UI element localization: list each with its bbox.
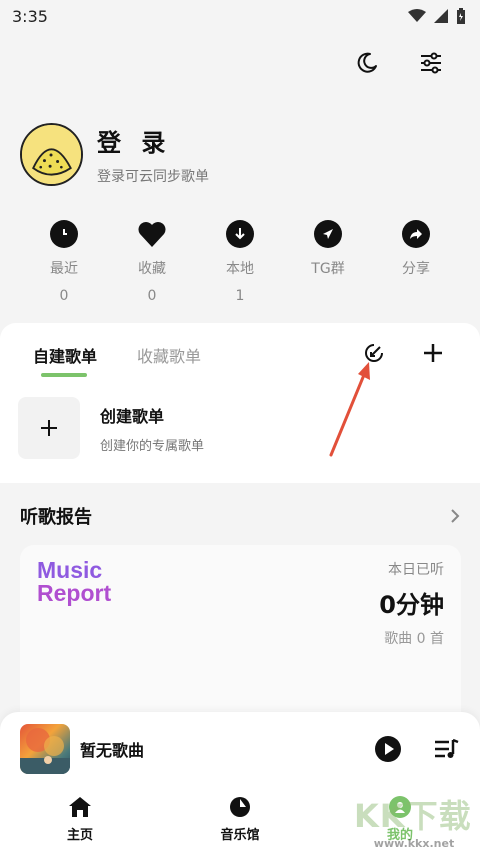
status-bar: 3:35 — [0, 0, 480, 32]
dark-mode-button[interactable] — [352, 48, 382, 78]
quick-item-share[interactable]: 分享 — [372, 220, 460, 304]
wifi-icon — [408, 9, 426, 22]
playlist-queue-icon[interactable] — [434, 738, 460, 760]
sliders-icon — [421, 52, 441, 74]
avatar[interactable] — [20, 123, 83, 186]
quick-access-row: 最近 0 收藏 0 本地 1 TG群 分享 — [20, 220, 460, 304]
status-icons — [408, 8, 466, 24]
quick-label: 分享 — [402, 261, 430, 277]
clock-icon — [50, 220, 78, 248]
watermark: KK下载 www.kkx.net — [354, 791, 474, 851]
watermark-big: KK下载 — [354, 797, 472, 835]
login-subtitle: 登录可云同步歌单 — [97, 169, 209, 185]
mini-player[interactable]: 暂无歌曲 — [20, 724, 460, 774]
status-time: 3:35 — [12, 6, 48, 26]
profile-section[interactable]: 登 录 登录可云同步歌单 — [20, 123, 209, 186]
tab-my-playlists[interactable]: 自建歌单 — [33, 343, 97, 377]
music-hall-icon — [230, 797, 250, 817]
quick-count: 1 — [235, 288, 245, 304]
chevron-right-icon[interactable] — [450, 509, 460, 523]
today-value: 0分钟 — [379, 591, 444, 619]
playlist-card: 自建歌单 收藏歌单 创建歌单 创建你的专属歌单 — [0, 323, 480, 483]
share-icon — [402, 220, 430, 248]
tab-saved-playlists[interactable]: 收藏歌单 — [137, 343, 201, 367]
player-controls — [374, 735, 460, 763]
quick-label: 本地 — [226, 261, 254, 277]
playlist-tabs: 自建歌单 收藏歌单 — [33, 343, 201, 377]
report-title: 听歌报告 — [20, 507, 92, 528]
album-cover[interactable] — [20, 724, 70, 774]
quick-item-local[interactable]: 本地 1 — [196, 220, 284, 304]
download-icon — [226, 220, 254, 248]
avatar-lemon-icon — [22, 125, 81, 184]
quick-item-recent[interactable]: 最近 0 — [20, 220, 108, 304]
profile-text: 登 录 登录可云同步歌单 — [97, 123, 209, 186]
quick-count: 0 — [147, 288, 157, 304]
add-playlist-icon[interactable] — [422, 342, 444, 364]
album-art-icon — [20, 728, 70, 774]
quick-label: TG群 — [311, 261, 345, 277]
plus-icon — [41, 420, 57, 436]
create-playlist-title: 创建歌单 — [100, 406, 165, 426]
logo-line2: Report — [37, 580, 112, 606]
quick-label: 收藏 — [138, 261, 166, 277]
battery-icon — [457, 8, 465, 24]
annotation-arrow-icon — [329, 362, 370, 457]
home-icon — [69, 797, 91, 817]
login-title[interactable]: 登 录 — [97, 123, 209, 158]
music-report-logo: Music Report — [37, 559, 111, 605]
report-header[interactable]: 听歌报告 — [20, 503, 460, 529]
top-actions — [352, 48, 446, 78]
watermark-small: www.kkx.net — [373, 837, 455, 850]
quick-label: 最近 — [50, 261, 78, 277]
signal-icon — [434, 9, 448, 23]
report-stats: 本日已听 0分钟 歌曲 0 首 — [379, 559, 444, 648]
logo-line1: Music — [37, 557, 103, 583]
heart-icon — [138, 222, 166, 247]
nav-item-music-hall[interactable]: 音乐馆 — [160, 796, 320, 843]
quick-item-tg[interactable]: TG群 — [284, 220, 372, 304]
today-label: 本日已听 — [388, 562, 444, 578]
settings-button[interactable] — [416, 48, 446, 78]
nav-label-music-hall: 音乐馆 — [220, 828, 260, 843]
create-playlist-button[interactable] — [18, 397, 80, 459]
play-icon[interactable] — [374, 735, 402, 763]
create-playlist-subtitle: 创建你的专属歌单 — [100, 438, 205, 454]
moon-icon — [357, 52, 377, 73]
quick-count: 0 — [59, 288, 69, 304]
create-playlist-text: 创建歌单 创建你的专属歌单 — [100, 403, 204, 454]
telegram-icon — [314, 220, 342, 248]
quick-item-favorites[interactable]: 收藏 0 — [108, 220, 196, 304]
nav-label-home: 主页 — [66, 828, 93, 843]
songs-count: 歌曲 0 首 — [384, 631, 444, 647]
nav-item-home[interactable]: 主页 — [0, 796, 160, 843]
create-playlist-row[interactable]: 创建歌单 创建你的专属歌单 — [18, 397, 204, 459]
now-playing-title: 暂无歌曲 — [80, 741, 145, 760]
